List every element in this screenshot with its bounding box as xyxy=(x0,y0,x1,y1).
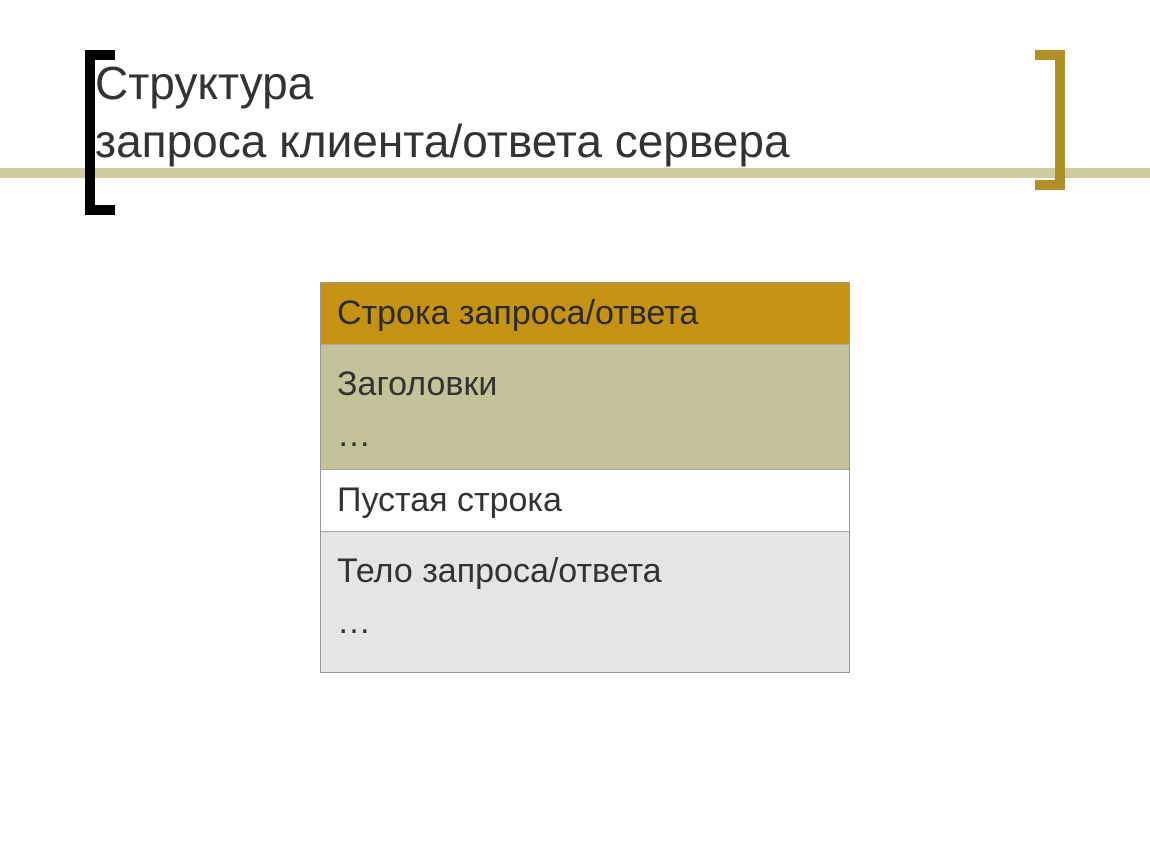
empty-line-label: Пустая строка xyxy=(337,481,562,520)
diagram-row-request-line: Строка запроса/ответа xyxy=(321,283,849,345)
title-line-2: запроса клиента/ответа сервера xyxy=(95,113,1055,171)
headers-label: Заголовки … xyxy=(337,365,497,454)
request-line-label: Строка запроса/ответа xyxy=(337,294,698,333)
http-message-structure-diagram: Строка запроса/ответа Заголовки … Пустая… xyxy=(320,282,850,673)
diagram-row-headers: Заголовки … xyxy=(321,345,849,470)
diagram-row-empty-line: Пустая строка xyxy=(321,470,849,532)
slide-container: Структура запроса клиента/ответа сервера… xyxy=(0,0,1150,864)
body-label: Тело запроса/ответа … xyxy=(337,552,662,641)
slide-title: Структура запроса клиента/ответа сервера xyxy=(95,55,1055,170)
diagram-row-body: Тело запроса/ответа … xyxy=(321,532,849,672)
title-line-1: Структура xyxy=(95,55,1055,113)
